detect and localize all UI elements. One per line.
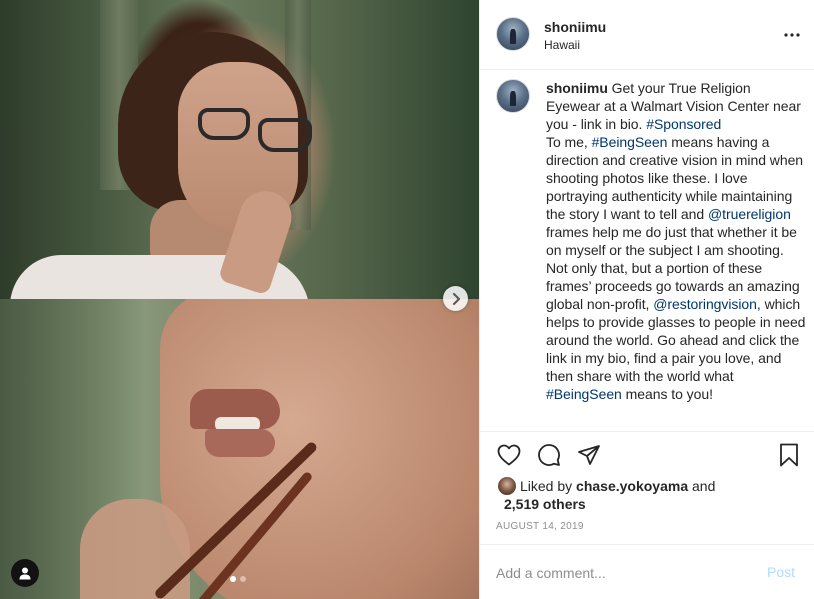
user-tag-icon [19,567,31,580]
photo-top [0,0,479,299]
more-options-button[interactable] [780,26,804,44]
likes-summary: Liked by chase.yokoyama and 2,519 others [498,477,798,513]
action-bar [480,440,814,472]
carousel-dot [240,576,246,582]
lower-lip [205,429,275,457]
carousel-dot-active [230,576,236,582]
like-button[interactable] [496,442,522,468]
likes-count[interactable]: 2,519 others [498,496,586,512]
carousel-next-button[interactable] [443,286,468,311]
post-media[interactable] [0,0,479,599]
bookmark-icon [780,443,798,467]
post-panel: shoniimu Hawaii shoniimu Get your True R… [479,0,814,599]
mention-link[interactable]: @truereligion [708,206,791,222]
paper-plane-icon [578,445,600,465]
hashtag-link[interactable]: #BeingSeen [546,386,622,402]
caption-area: shoniimu Get your True Religion Eyewear … [480,71,814,432]
user-tag-button[interactable] [11,559,39,587]
carousel-indicator [230,576,246,582]
avatar[interactable] [496,17,530,51]
share-button[interactable] [576,442,602,468]
glasses-right-lens [258,118,312,152]
caption-text-segment: means to you! [621,386,713,402]
chevron-right-icon [452,292,460,305]
hashtag-link[interactable]: #Sponsored [646,116,721,132]
comment-input[interactable] [496,562,756,584]
mention-link[interactable]: @restoringvision, [653,296,761,312]
hashtag-link[interactable]: #BeingSeen [592,134,668,150]
post-header: shoniimu Hawaii [480,0,814,70]
likes-and: and [688,478,716,494]
liker-avatar [498,477,516,495]
save-button[interactable] [776,442,802,468]
caption-avatar[interactable] [496,79,530,113]
photo-bottom [0,299,479,599]
heart-icon [497,444,521,466]
post-date[interactable]: AUGUST 14, 2019 [496,521,584,532]
more-horizontal-icon [784,33,800,37]
caption-username[interactable]: shoniimu [546,80,608,96]
header-username[interactable]: shoniimu [544,19,606,35]
glasses-left-lens [198,108,250,140]
post-comment-button[interactable]: Post [767,564,795,580]
comment-button[interactable] [536,442,562,468]
comment-icon [538,444,560,466]
liker-username[interactable]: chase.yokoyama [576,478,688,494]
caption-text-segment: To me, [546,134,592,150]
header-location[interactable]: Hawaii [544,38,580,52]
caption-text: shoniimu Get your True Religion Eyewear … [546,79,806,403]
comment-bar: Post [480,544,814,599]
likes-prefix: Liked by [520,478,577,494]
